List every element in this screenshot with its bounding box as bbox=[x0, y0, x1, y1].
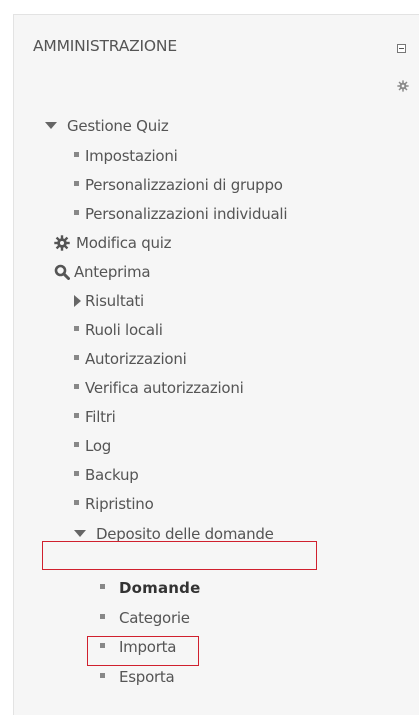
tree-item-label: Personalizzazioni di gruppo bbox=[85, 176, 283, 194]
caret-right-icon bbox=[55, 288, 85, 314]
bullet-icon bbox=[55, 491, 85, 517]
tree-item-label: Personalizzazioni individuali bbox=[85, 205, 288, 223]
tree-item-label: Filtri bbox=[85, 408, 116, 426]
bullet-icon bbox=[97, 605, 119, 631]
bullet-icon bbox=[97, 664, 119, 690]
tree-item-label: Ripristino bbox=[85, 495, 154, 513]
tree-item-deposito-domande[interactable]: Deposito delle domande bbox=[74, 521, 274, 547]
caret-down-icon bbox=[74, 521, 96, 547]
bullet-icon bbox=[55, 143, 85, 169]
bullet-icon bbox=[55, 346, 85, 372]
tree-item-personalizzazioni-gruppo[interactable]: Personalizzazioni di gruppo bbox=[55, 172, 283, 198]
bullet-icon bbox=[55, 317, 85, 343]
tree-item-backup[interactable]: Backup bbox=[55, 462, 139, 488]
tree-item-verifica-autorizzazioni[interactable]: Verifica autorizzazioni bbox=[55, 375, 244, 401]
tree-item-anteprima[interactable]: Anteprima bbox=[54, 259, 151, 285]
tree-item-ripristino[interactable]: Ripristino bbox=[55, 491, 154, 517]
tree-item-categorie[interactable]: Categorie bbox=[97, 605, 190, 631]
tree-item-esporta[interactable]: Esporta bbox=[97, 664, 175, 690]
tree-item-label: Log bbox=[85, 437, 112, 455]
bullet-icon bbox=[55, 462, 85, 488]
tree-item-label: Modifica quiz bbox=[76, 234, 172, 252]
tree-item-personalizzazioni-individuali[interactable]: Personalizzazioni individuali bbox=[55, 201, 288, 227]
bullet-icon bbox=[55, 433, 85, 459]
tree-item-label: Esporta bbox=[119, 668, 175, 686]
tree-item-label: Risultati bbox=[85, 292, 144, 310]
tree-item-label: Categorie bbox=[119, 609, 190, 627]
tree-item-autorizzazioni[interactable]: Autorizzazioni bbox=[55, 346, 187, 372]
tree-item-domande[interactable]: Domande bbox=[97, 575, 201, 601]
tree-item-label: Autorizzazioni bbox=[85, 350, 187, 368]
bullet-icon bbox=[55, 172, 85, 198]
tree-item-label: Anteprima bbox=[74, 263, 151, 281]
caret-down-icon bbox=[45, 113, 67, 139]
tree-item-label: Deposito delle domande bbox=[96, 525, 274, 543]
tree-item-ruoli-locali[interactable]: Ruoli locali bbox=[55, 317, 163, 343]
bullet-icon bbox=[55, 404, 85, 430]
collapse-block-icon[interactable] bbox=[397, 44, 406, 53]
tree-item-impostazioni[interactable]: Impostazioni bbox=[55, 143, 178, 169]
tree-item-label: Gestione Quiz bbox=[67, 117, 169, 135]
tree-item-modifica-quiz[interactable]: Modifica quiz bbox=[54, 230, 172, 256]
tree-item-label: Domande bbox=[119, 579, 201, 597]
gear-icon bbox=[54, 230, 76, 256]
block-actions-gear-icon[interactable] bbox=[397, 80, 409, 92]
search-icon bbox=[54, 259, 74, 285]
tree-item-log[interactable]: Log bbox=[55, 433, 111, 459]
tree-item-label: Ruoli locali bbox=[85, 321, 163, 339]
block-title: AMMINISTRAZIONE bbox=[33, 37, 177, 55]
tree-item-gestione-quiz[interactable]: Gestione Quiz bbox=[45, 113, 169, 139]
bullet-icon bbox=[55, 375, 85, 401]
bullet-icon bbox=[55, 201, 85, 227]
tree-item-importa[interactable]: Importa bbox=[97, 634, 176, 660]
tree-item-filtri[interactable]: Filtri bbox=[55, 404, 116, 430]
tree-item-label: Verifica autorizzazioni bbox=[85, 379, 244, 397]
tree-item-label: Importa bbox=[119, 638, 177, 656]
bullet-icon bbox=[97, 634, 119, 660]
bullet-icon bbox=[97, 575, 119, 601]
tree-item-label: Backup bbox=[85, 466, 139, 484]
tree-item-label: Impostazioni bbox=[85, 147, 178, 165]
tree-item-risultati[interactable]: Risultati bbox=[55, 288, 144, 314]
